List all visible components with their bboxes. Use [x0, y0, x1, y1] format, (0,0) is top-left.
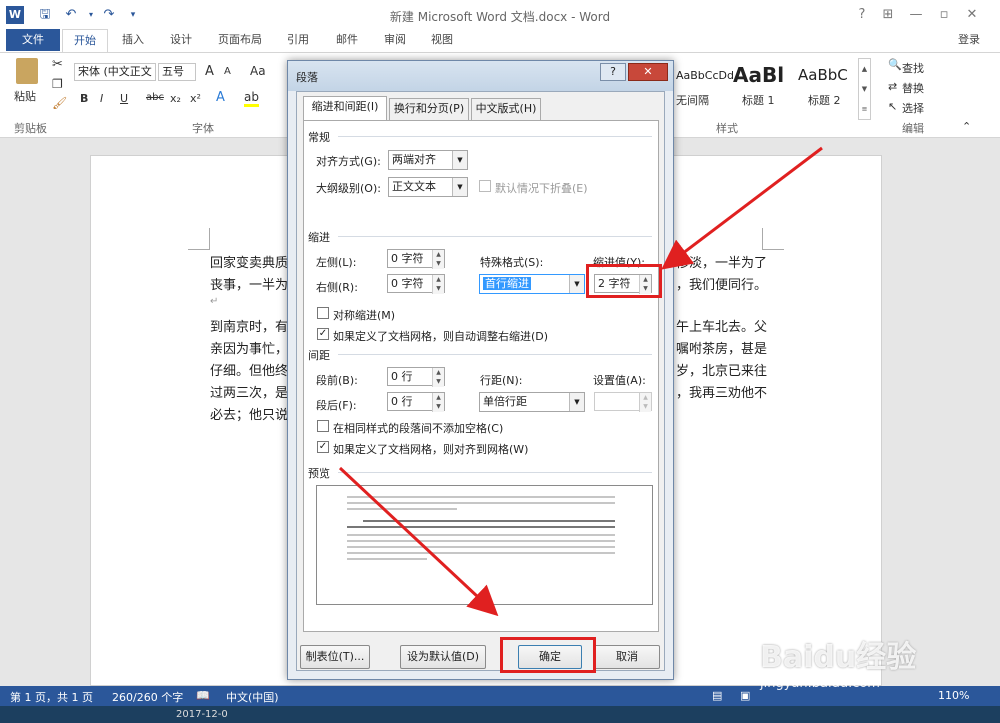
arrow-to-indent-value: [661, 146, 823, 270]
annotation-arrows: [338, 146, 823, 617]
arrow-to-ok-button: [338, 466, 499, 617]
